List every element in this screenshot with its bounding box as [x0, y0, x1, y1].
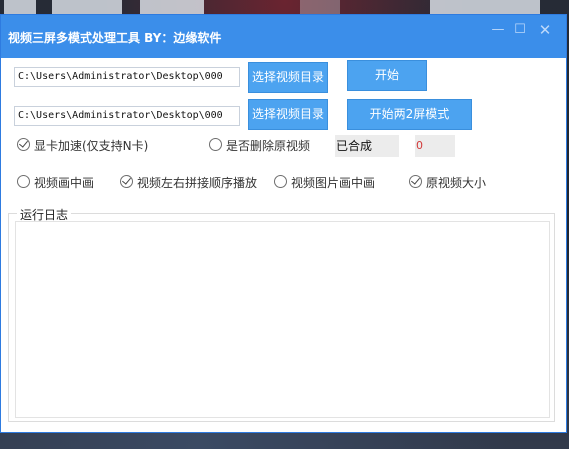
lr-concat-radio[interactable]: 视频左右拼接顺序播放	[120, 173, 265, 191]
pip-image-label: 视频图片画中画	[291, 176, 376, 190]
delete-source-checkbox[interactable]: 是否删除原视频	[209, 136, 319, 154]
video-dir-1-input[interactable]: C:\Users\Administrator\Desktop\000	[14, 67, 240, 87]
window-title: 视频三屏多模式处理工具 BY：边缘软件	[8, 31, 222, 45]
title-bar[interactable]: 视频三屏多模式处理工具 BY：边缘软件 — ☐ ✕	[1, 15, 566, 58]
start-button[interactable]: 开始	[347, 60, 427, 91]
wallpaper-stripe	[430, 0, 540, 14]
select-video-dir-2-button[interactable]: 选择视频目录	[248, 99, 328, 130]
lr-concat-label: 视频左右拼接顺序播放	[137, 176, 258, 190]
pip-image-radio[interactable]: 视频图片画中画	[274, 173, 384, 191]
start-two-screen-button[interactable]: 开始两2屏模式	[347, 99, 472, 130]
checkmark-icon	[122, 175, 131, 185]
check-circle-icon	[17, 138, 30, 151]
merged-count: 0	[415, 135, 455, 157]
select-video-dir-1-button[interactable]: 选择视频目录	[248, 62, 328, 93]
original-size-checkbox[interactable]: 原视频大小	[409, 173, 494, 191]
minimize-icon[interactable]: —	[487, 21, 509, 39]
gpu-accel-checkbox[interactable]: 显卡加速(仅支持N卡)	[17, 136, 167, 154]
empty-circle-icon	[209, 138, 222, 151]
empty-circle-icon	[17, 175, 30, 188]
check-circle-icon	[409, 175, 422, 188]
checkmark-icon	[19, 138, 28, 148]
wallpaper-stripe	[140, 0, 204, 14]
merged-label: 已合成	[335, 135, 399, 157]
app-window: 视频三屏多模式处理工具 BY：边缘软件 — ☐ ✕ C:\Users\Admin…	[0, 14, 567, 433]
wallpaper-stripe	[4, 0, 36, 14]
wallpaper-stripe	[52, 0, 122, 14]
log-groupbox: 运行日志	[8, 206, 555, 422]
checkmark-icon	[411, 175, 420, 185]
pip-video-label: 视频画中画	[34, 176, 95, 190]
empty-circle-icon	[274, 175, 287, 188]
pip-video-radio[interactable]: 视频画中画	[17, 173, 107, 191]
close-icon[interactable]: ✕	[534, 21, 556, 39]
gpu-accel-label: 显卡加速(仅支持N卡)	[34, 139, 149, 153]
video-dir-2-input[interactable]: C:\Users\Administrator\Desktop\000	[14, 106, 240, 126]
original-size-label: 原视频大小	[426, 176, 487, 190]
check-circle-icon	[120, 175, 133, 188]
log-textarea[interactable]	[15, 221, 550, 418]
wallpaper-stripe	[300, 0, 340, 14]
delete-source-label: 是否删除原视频	[226, 139, 311, 153]
maximize-icon[interactable]: ☐	[509, 21, 531, 39]
